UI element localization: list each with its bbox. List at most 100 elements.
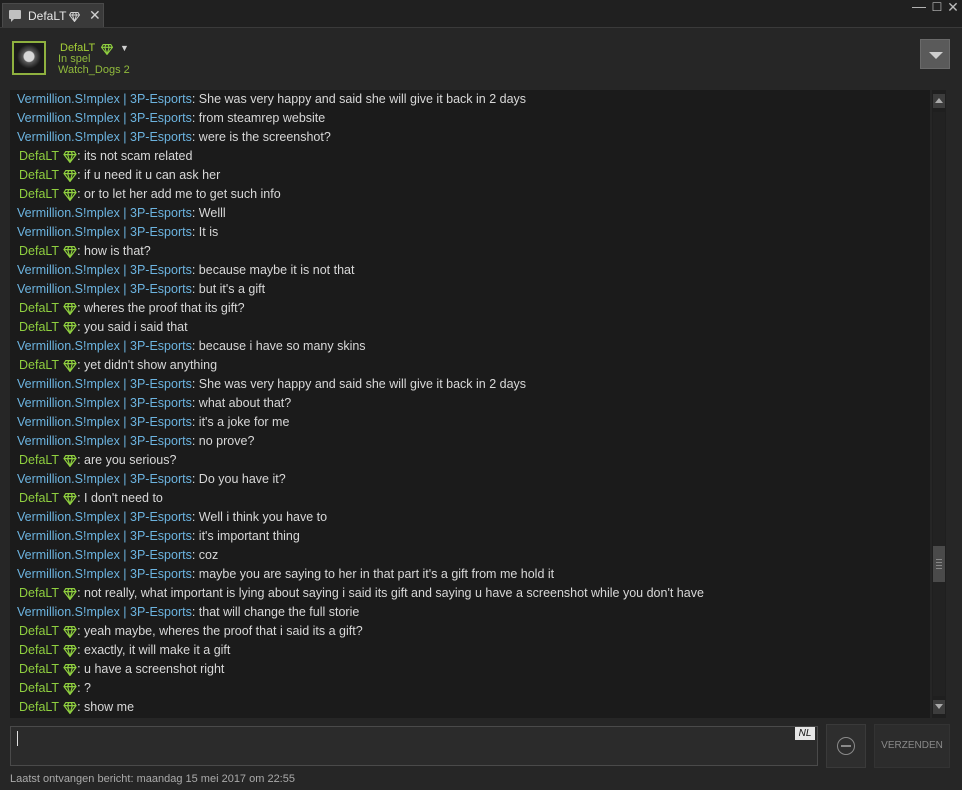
message-text: no prove?: [198, 434, 255, 448]
scroll-up-icon[interactable]: [933, 94, 945, 108]
sender-separator: :: [77, 586, 85, 600]
message-sender[interactable]: Vermillion.S!mplex | 3P-Esports: [17, 415, 192, 429]
diamond-badge-icon: [68, 9, 81, 27]
chat-message: Vermillion.S!mplex | 3P-Esports: what ab…: [17, 396, 291, 411]
sender-separator: :: [191, 377, 199, 391]
message-sender[interactable]: Vermillion.S!mplex | 3P-Esports: [17, 605, 192, 619]
message-sender[interactable]: Vermillion.S!mplex | 3P-Esports: [17, 111, 192, 125]
message-sender[interactable]: DefaLT: [19, 586, 59, 601]
message-input[interactable]: [10, 726, 818, 766]
message-sender[interactable]: Vermillion.S!mplex | 3P-Esports: [17, 377, 192, 391]
scroll-track[interactable]: [933, 112, 945, 696]
chat-message: DefaLT: are you serious?: [17, 453, 176, 471]
chat-message: Vermillion.S!mplex | 3P-Esports: from st…: [17, 111, 325, 126]
tab-close-icon[interactable]: ✕: [89, 7, 101, 24]
message-text: not really, what important is lying abou…: [84, 586, 704, 600]
message-text: She was very happy and said she will giv…: [198, 377, 527, 391]
message-text: because maybe it is not that: [198, 263, 355, 277]
maximize-icon[interactable]: ☐: [929, 0, 945, 14]
chat-tab[interactable]: DefaLT ✕: [2, 3, 104, 27]
chat-message: DefaLT: not really, what important is ly…: [17, 586, 704, 604]
message-sender[interactable]: Vermillion.S!mplex | 3P-Esports: [17, 263, 192, 277]
message-sender[interactable]: Vermillion.S!mplex | 3P-Esports: [17, 510, 192, 524]
message-text: how is that?: [84, 244, 151, 258]
sender-separator: :: [77, 320, 85, 334]
message-sender[interactable]: DefaLT: [19, 149, 59, 164]
message-sender[interactable]: Vermillion.S!mplex | 3P-Esports: [17, 567, 192, 581]
chat-message: DefaLT: how is that?: [17, 244, 151, 262]
message-text: that will change the full storie: [198, 605, 360, 619]
scroll-down-icon[interactable]: [933, 700, 945, 714]
message-sender[interactable]: DefaLT: [19, 187, 59, 202]
message-sender[interactable]: Vermillion.S!mplex | 3P-Esports: [17, 92, 192, 106]
message-sender[interactable]: Vermillion.S!mplex | 3P-Esports: [17, 225, 192, 239]
sender-separator: :: [77, 301, 85, 315]
sender-separator: :: [77, 187, 85, 201]
diamond-badge-icon: [63, 664, 77, 680]
message-text: its not scam related: [84, 149, 193, 163]
message-sender[interactable]: Vermillion.S!mplex | 3P-Esports: [17, 529, 192, 543]
message-sender[interactable]: DefaLT: [19, 168, 59, 183]
chat-message: DefaLT: ?: [17, 681, 91, 699]
message-sender[interactable]: DefaLT: [19, 681, 59, 696]
sender-separator: :: [191, 263, 199, 277]
scroll-thumb[interactable]: [933, 546, 945, 582]
message-sender[interactable]: Vermillion.S!mplex | 3P-Esports: [17, 130, 192, 144]
chat-message: Vermillion.S!mplex | 3P-Esports: maybe y…: [17, 567, 554, 582]
message-sender[interactable]: Vermillion.S!mplex | 3P-Esports: [17, 339, 192, 353]
chat-message: DefaLT: show me: [17, 700, 134, 718]
message-text: because i have so many skins: [198, 339, 366, 353]
message-text: if u need it u can ask her: [84, 168, 221, 182]
avatar[interactable]: [12, 41, 46, 75]
message-sender[interactable]: DefaLT: [19, 320, 59, 335]
message-sender[interactable]: DefaLT: [19, 301, 59, 316]
sender-separator: :: [77, 643, 85, 657]
emoticon-button[interactable]: [826, 724, 866, 768]
message-sender[interactable]: DefaLT: [19, 662, 59, 677]
sender-separator: :: [191, 206, 199, 220]
chevron-down-icon[interactable]: ▼: [120, 43, 129, 53]
chat-message: Vermillion.S!mplex | 3P-Esports: Welll: [17, 206, 226, 221]
message-sender[interactable]: Vermillion.S!mplex | 3P-Esports: [17, 396, 192, 410]
diamond-badge-icon: [63, 645, 77, 661]
chat-message: DefaLT: I don't need to: [17, 491, 163, 509]
sender-separator: :: [77, 662, 85, 676]
minimize-icon[interactable]: —: [911, 0, 927, 14]
message-sender[interactable]: DefaLT: [19, 700, 59, 715]
chat-message: Vermillion.S!mplex | 3P-Esports: because…: [17, 339, 366, 354]
message-sender[interactable]: DefaLT: [19, 624, 59, 639]
sender-separator: :: [191, 130, 199, 144]
diamond-badge-icon: [63, 303, 77, 319]
message-sender[interactable]: DefaLT: [19, 244, 59, 259]
send-button[interactable]: VERZENDEN: [874, 724, 950, 768]
message-sender[interactable]: Vermillion.S!mplex | 3P-Esports: [17, 434, 192, 448]
chat-message: DefaLT: wheres the proof that its gift?: [17, 301, 245, 319]
text-caret: [17, 731, 18, 746]
message-text: from steamrep website: [198, 111, 326, 125]
chat-scrollbar[interactable]: [932, 90, 946, 718]
message-sender[interactable]: DefaLT: [19, 491, 59, 506]
chat-message: Vermillion.S!mplex | 3P-Esports: but it'…: [17, 282, 265, 297]
message-sender[interactable]: Vermillion.S!mplex | 3P-Esports: [17, 548, 192, 562]
message-sender[interactable]: Vermillion.S!mplex | 3P-Esports: [17, 206, 192, 220]
chat-bubble-icon: [9, 10, 21, 22]
chat-options-dropdown-button[interactable]: [920, 39, 950, 69]
diamond-badge-icon: [63, 626, 77, 642]
chat-log: Vermillion.S!mplex | 3P-Esports: She was…: [10, 90, 930, 718]
message-sender[interactable]: Vermillion.S!mplex | 3P-Esports: [17, 472, 192, 486]
language-badge[interactable]: NL: [795, 727, 815, 740]
chat-message: Vermillion.S!mplex | 3P-Esports: Well i …: [17, 510, 327, 525]
message-text: yeah maybe, wheres the proof that i said…: [84, 624, 363, 638]
message-sender[interactable]: Vermillion.S!mplex | 3P-Esports: [17, 282, 192, 296]
message-sender[interactable]: DefaLT: [19, 358, 59, 373]
chat-message: DefaLT: you said i said that: [17, 320, 188, 338]
tab-title: DefaLT: [28, 9, 67, 23]
message-sender[interactable]: DefaLT: [19, 643, 59, 658]
close-window-icon[interactable]: ✕: [945, 0, 961, 16]
sender-separator: :: [77, 491, 85, 505]
message-sender[interactable]: DefaLT: [19, 453, 59, 468]
sender-separator: :: [77, 358, 85, 372]
message-text: were is the screenshot?: [198, 130, 331, 144]
sender-separator: :: [191, 510, 199, 524]
sender-separator: :: [77, 681, 85, 695]
